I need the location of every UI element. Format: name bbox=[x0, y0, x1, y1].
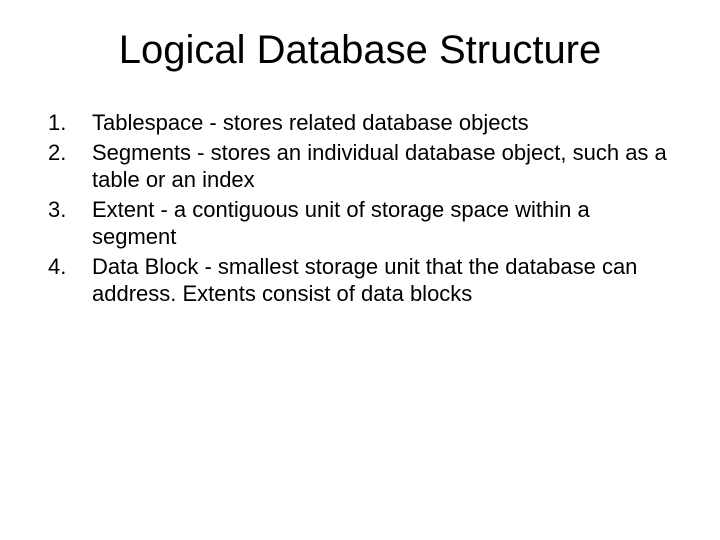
numbered-list: 1. Tablespace - stores related database … bbox=[48, 109, 672, 308]
list-text: Data Block - smallest storage unit that … bbox=[92, 253, 672, 308]
list-item: 2. Segments - stores an individual datab… bbox=[48, 139, 672, 194]
slide-title: Logical Database Structure bbox=[48, 28, 672, 73]
list-text: Extent - a contiguous unit of storage sp… bbox=[92, 196, 672, 251]
list-text: Tablespace - stores related database obj… bbox=[92, 109, 672, 137]
list-number: 4. bbox=[48, 253, 92, 281]
list-number: 3. bbox=[48, 196, 92, 224]
list-number: 2. bbox=[48, 139, 92, 167]
list-text: Segments - stores an individual database… bbox=[92, 139, 672, 194]
list-number: 1. bbox=[48, 109, 92, 137]
slide: Logical Database Structure 1. Tablespace… bbox=[0, 0, 720, 540]
list-item: 1. Tablespace - stores related database … bbox=[48, 109, 672, 137]
list-item: 3. Extent - a contiguous unit of storage… bbox=[48, 196, 672, 251]
list-item: 4. Data Block - smallest storage unit th… bbox=[48, 253, 672, 308]
